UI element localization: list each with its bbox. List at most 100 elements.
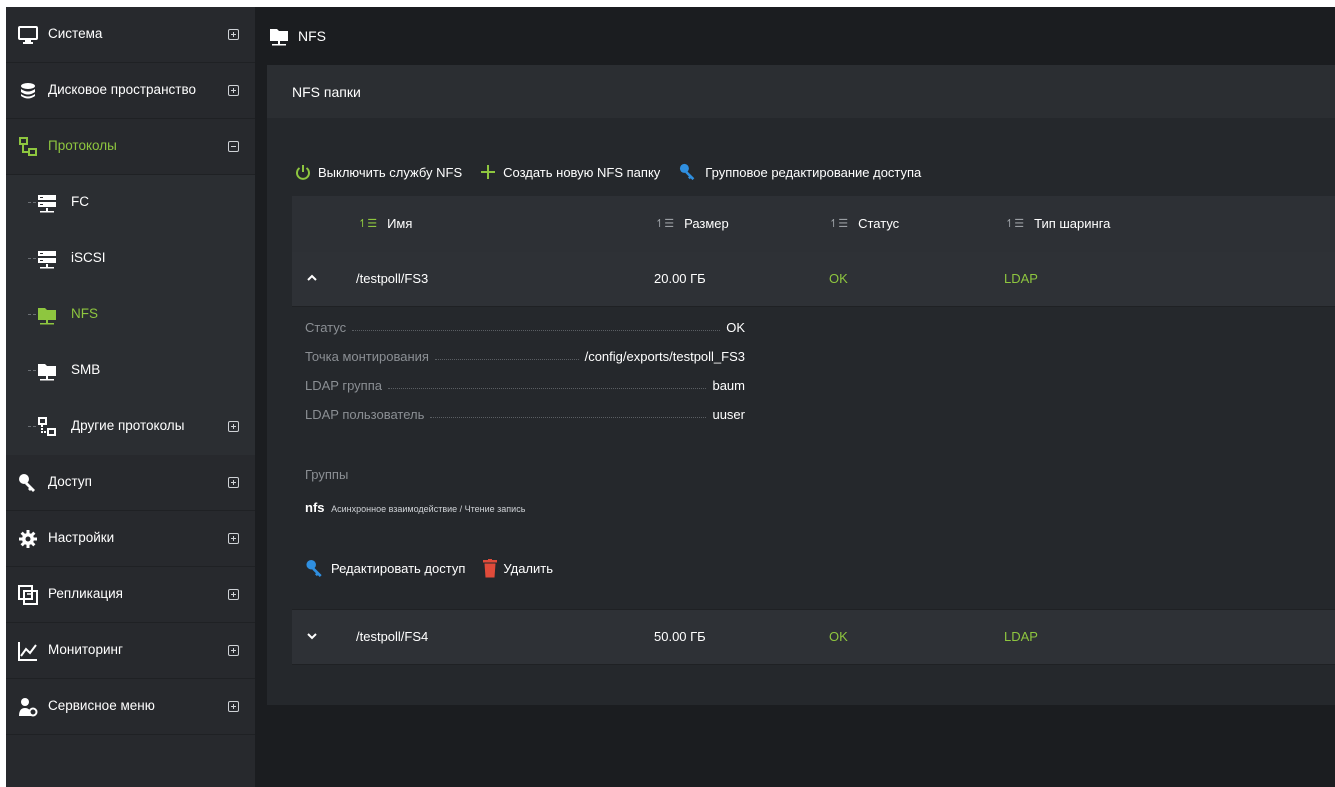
server-icon: [37, 249, 57, 269]
column-label: Статус: [858, 216, 900, 231]
create-nfs-folder-button[interactable]: Создать новую NFS папку: [480, 164, 660, 180]
sidebar-item-smb[interactable]: SMB: [6, 343, 255, 399]
table-row[interactable]: /testpoll/FS3 20.00 ГБ OK LDAP: [292, 252, 1335, 307]
detail-status: Статус OK: [305, 319, 745, 335]
protocols-icon: [18, 137, 38, 157]
power-icon: [296, 165, 310, 180]
row-name: /testpoll/FS3: [356, 271, 429, 286]
protocols-icon: [37, 417, 57, 437]
detail-label: LDAP группа: [305, 378, 382, 393]
tree-branch: [28, 202, 36, 204]
table-header: ↿☰ Имя ↿☰ Размер ↿☰ Статус ↿☰ Тип шаринг…: [292, 196, 1335, 252]
sidebar-item-label: Настройки: [48, 530, 115, 545]
expand-icon[interactable]: [228, 421, 239, 432]
sidebar-item-replication[interactable]: Репликация: [6, 567, 255, 623]
column-status-header[interactable]: ↿☰ Статус: [829, 216, 899, 231]
collapse-icon[interactable]: [228, 141, 239, 152]
detail-ldap-group: LDAP группа baum: [305, 377, 745, 393]
expand-icon[interactable]: [228, 85, 239, 96]
sidebar-item-label: Система: [48, 26, 103, 41]
row-share-type: LDAP: [1004, 271, 1038, 286]
dotted-leader: [434, 359, 579, 360]
tree-branch: [28, 258, 36, 260]
sort-icon: ↿☰: [655, 218, 675, 230]
sidebar-item-label: FC: [71, 194, 89, 209]
row-detail: Статус OK Точка монтирования /config/exp…: [292, 307, 1335, 609]
expand-icon[interactable]: [228, 29, 239, 40]
detail-mount-point: Точка монтирования /config/exports/testp…: [305, 348, 745, 364]
toolbar: Выключить службу NFS Создать новую NFS п…: [295, 162, 939, 182]
sidebar: Система Дисковое пространство Протоколы …: [6, 7, 255, 787]
create-nfs-folder-label: Создать новую NFS папку: [503, 164, 661, 180]
dotted-leader: [387, 388, 707, 389]
sidebar-item-monitoring[interactable]: Мониторинг: [6, 623, 255, 679]
sidebar-item-protocols[interactable]: Протоколы: [6, 119, 255, 175]
nfs-panel: NFS папки Выключить службу NFS Создать н…: [267, 65, 1335, 705]
expand-icon[interactable]: [228, 701, 239, 712]
replication-icon: [18, 585, 38, 605]
app-window: Система Дисковое пространство Протоколы …: [6, 7, 1335, 787]
detail-actions: Редактировать доступ Удалить: [305, 559, 571, 578]
sort-icon: ↿☰: [829, 218, 849, 230]
detail-label: Статус: [305, 320, 347, 335]
folder-icon: [37, 361, 57, 381]
group-permissions: Асинхронное взаимодействие / Чтение запи…: [331, 504, 526, 514]
group-edit-access-button[interactable]: Групповое редактирование доступа: [678, 163, 921, 181]
sidebar-item-access[interactable]: Доступ: [6, 455, 255, 511]
panel-title: NFS папки: [292, 84, 361, 100]
service-icon: [18, 697, 38, 717]
column-label: Размер: [684, 216, 729, 231]
database-icon: [18, 81, 38, 101]
sidebar-item-nfs[interactable]: NFS: [6, 287, 255, 343]
expand-icon[interactable]: [228, 589, 239, 600]
sidebar-item-other-protocols[interactable]: Другие протоколы: [6, 399, 255, 455]
tree-branch: [28, 426, 36, 428]
column-name-header[interactable]: ↿☰ Имя: [358, 216, 412, 231]
sidebar-item-label: iSCSI: [71, 250, 106, 265]
detail-value: OK: [726, 320, 745, 335]
sidebar-item-iscsi[interactable]: iSCSI: [6, 231, 255, 287]
key-icon: [680, 163, 695, 181]
detail-value: baum: [712, 378, 745, 393]
detail-label: Точка монтирования: [305, 349, 429, 364]
chevron-up-icon[interactable]: [306, 272, 318, 287]
nfs-table: ↿☰ Имя ↿☰ Размер ↿☰ Статус ↿☰ Тип шаринг…: [292, 196, 1335, 665]
sidebar-item-label: Доступ: [48, 474, 92, 489]
group-entry: nfs Асинхронное взаимодействие / Чтение …: [305, 500, 525, 515]
table-row[interactable]: /testpoll/FS4 50.00 ГБ OK LDAP: [292, 609, 1335, 665]
top-bar: NFS: [255, 7, 1335, 63]
trash-icon: [483, 559, 498, 578]
row-size: 20.00 ГБ: [654, 271, 706, 286]
sidebar-item-service-menu[interactable]: Сервисное меню: [6, 679, 255, 735]
disable-nfs-button[interactable]: Выключить службу NFS: [295, 164, 462, 180]
sidebar-item-system[interactable]: Система: [6, 7, 255, 63]
sidebar-item-fc[interactable]: FC: [6, 175, 255, 231]
delete-button[interactable]: Удалить: [483, 559, 553, 578]
folder-icon: [37, 305, 57, 325]
panel-header: NFS папки: [267, 65, 1335, 118]
groups-label: Группы: [305, 467, 349, 482]
sidebar-item-label: Протоколы: [48, 138, 117, 153]
column-size-header[interactable]: ↿☰ Размер: [655, 216, 729, 231]
tree-branch: [28, 370, 36, 372]
sort-icon: ↿☰: [1005, 218, 1025, 230]
delete-label: Удалить: [503, 561, 554, 576]
column-label: Имя: [387, 216, 413, 231]
sidebar-item-label: Мониторинг: [48, 642, 123, 657]
detail-label: LDAP пользователь: [305, 407, 425, 422]
detail-value: /config/exports/testpoll_FS3: [584, 349, 745, 364]
edit-access-button[interactable]: Редактировать доступ: [305, 559, 465, 578]
sidebar-item-label: SMB: [71, 362, 101, 377]
row-name: /testpoll/FS4: [356, 629, 429, 644]
column-share-type-header[interactable]: ↿☰ Тип шаринга: [1005, 216, 1110, 231]
chevron-down-icon[interactable]: [306, 630, 318, 645]
expand-icon[interactable]: [228, 533, 239, 544]
tree-branch: [28, 314, 36, 316]
sidebar-item-storage[interactable]: Дисковое пространство: [6, 63, 255, 119]
sidebar-item-label: Дисковое пространство: [48, 82, 196, 97]
expand-icon[interactable]: [228, 645, 239, 656]
server-icon: [37, 193, 57, 213]
expand-icon[interactable]: [228, 477, 239, 488]
group-edit-access-label: Групповое редактирование доступа: [705, 164, 922, 180]
sidebar-item-settings[interactable]: Настройки: [6, 511, 255, 567]
